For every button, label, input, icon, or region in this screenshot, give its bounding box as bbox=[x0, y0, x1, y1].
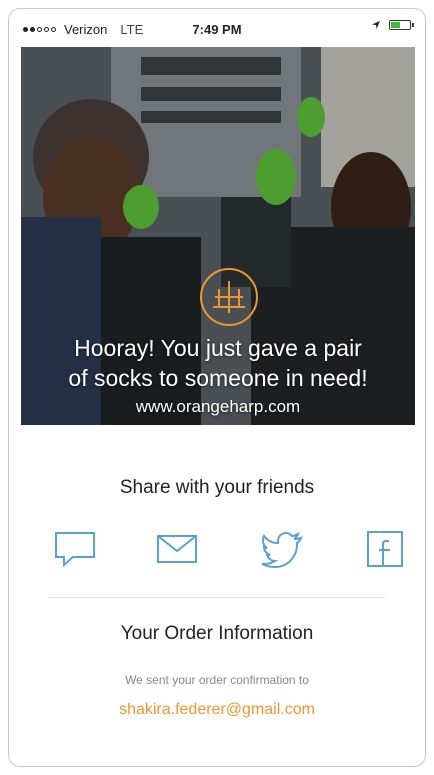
status-bar: Verizon LTE 7:49 PM bbox=[9, 9, 425, 47]
order-email[interactable]: shakira.federer@gmail.com bbox=[9, 701, 425, 719]
battery-level bbox=[391, 22, 400, 28]
headline-line-2: of socks to someone in need! bbox=[68, 365, 368, 391]
headline-line-1: Hooray! You just gave a pair bbox=[74, 335, 362, 361]
clock: 7:49 PM bbox=[192, 22, 242, 37]
order-confirmation-note: We sent your order confirmation to bbox=[125, 673, 309, 687]
order-info-heading: Your Order Information bbox=[120, 623, 314, 644]
twitter-icon bbox=[261, 531, 303, 569]
status-right bbox=[371, 20, 414, 30]
email-icon bbox=[157, 535, 197, 563]
share-message-button[interactable] bbox=[53, 529, 97, 569]
hero-banner: Hooray! You just gave a pair of socks to… bbox=[21, 47, 415, 425]
share-email-button[interactable] bbox=[155, 529, 199, 569]
share-heading: Share with your friends bbox=[119, 477, 315, 498]
website-url[interactable]: www.orangeharp.com bbox=[21, 397, 415, 417]
section-divider bbox=[49, 597, 385, 598]
hero-headline: Hooray! You just gave a pair of socks to… bbox=[21, 333, 415, 393]
message-icon bbox=[55, 532, 95, 568]
share-twitter-button[interactable] bbox=[261, 529, 305, 569]
location-arrow-icon bbox=[372, 21, 380, 29]
battery-icon bbox=[389, 20, 414, 30]
orangeharp-logo-icon bbox=[200, 268, 258, 326]
phone-screen: Verizon LTE 7:49 PM Hooray! You just gav… bbox=[8, 8, 426, 767]
facebook-icon bbox=[367, 531, 403, 567]
share-buttons bbox=[9, 529, 425, 573]
share-facebook-button[interactable] bbox=[363, 529, 407, 569]
battery-tip bbox=[412, 23, 414, 27]
